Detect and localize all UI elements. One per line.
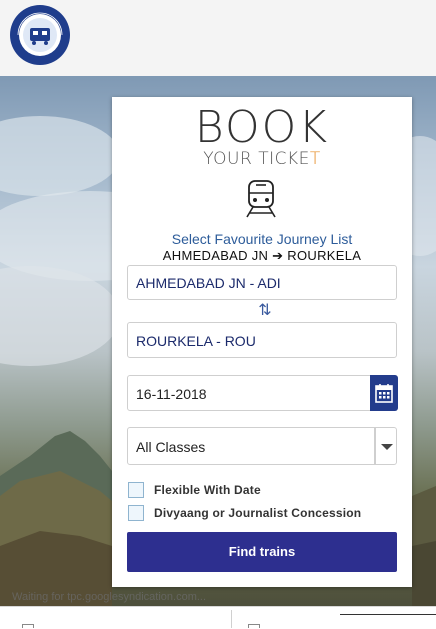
swap-icon[interactable]: ⇅ [258, 302, 272, 320]
concession-checkbox[interactable] [128, 505, 144, 521]
from-station-input[interactable]: AHMEDABAD JN - ADI [127, 265, 397, 300]
class-select[interactable]: All Classes [127, 427, 375, 465]
flexible-date-checkbox[interactable] [128, 482, 144, 498]
to-station-input[interactable]: ROURKELA - ROU [127, 322, 397, 358]
journey-date-input[interactable]: 16-11-2018 [127, 375, 371, 411]
concession-label[interactable]: Divyaang or Journalist Concession [154, 505, 361, 521]
bottom-bar [0, 606, 436, 629]
book-subtitle: YOUR TICKET [112, 149, 412, 169]
book-title: BOOK [194, 102, 330, 153]
ad-frame-right [248, 624, 260, 628]
class-dropdown-toggle[interactable] [375, 427, 397, 465]
bottom-rule [340, 614, 436, 615]
site-header [0, 0, 436, 76]
route-to: ROURKELA [287, 248, 362, 263]
right-arrow-icon: ➔ [272, 248, 284, 263]
flexible-date-label[interactable]: Flexible With Date [154, 482, 261, 498]
calendar-icon [375, 384, 393, 403]
find-trains-button[interactable]: Find trains [127, 532, 397, 572]
favourite-route[interactable]: AHMEDABAD JN ➔ ROURKELA [112, 248, 412, 264]
subtitle-accent-letter: T [309, 149, 321, 169]
train-icon [246, 180, 276, 218]
ad-loading-status: Waiting for tpc.googlesyndication.com... [12, 591, 207, 603]
favourite-journey-link[interactable]: Select Favourite Journey List [112, 231, 412, 247]
ad-frame-left [22, 624, 34, 628]
booking-card: BOOK YOUR TICKET Select Favourite Journe… [112, 97, 412, 587]
calendar-button[interactable] [370, 375, 398, 411]
bottom-divider [231, 610, 232, 628]
chevron-down-icon [381, 444, 393, 450]
route-from: AHMEDABAD JN [162, 248, 269, 263]
indian-railways-logo[interactable] [8, 4, 72, 66]
subtitle-text: YOUR TICKE [203, 149, 310, 169]
